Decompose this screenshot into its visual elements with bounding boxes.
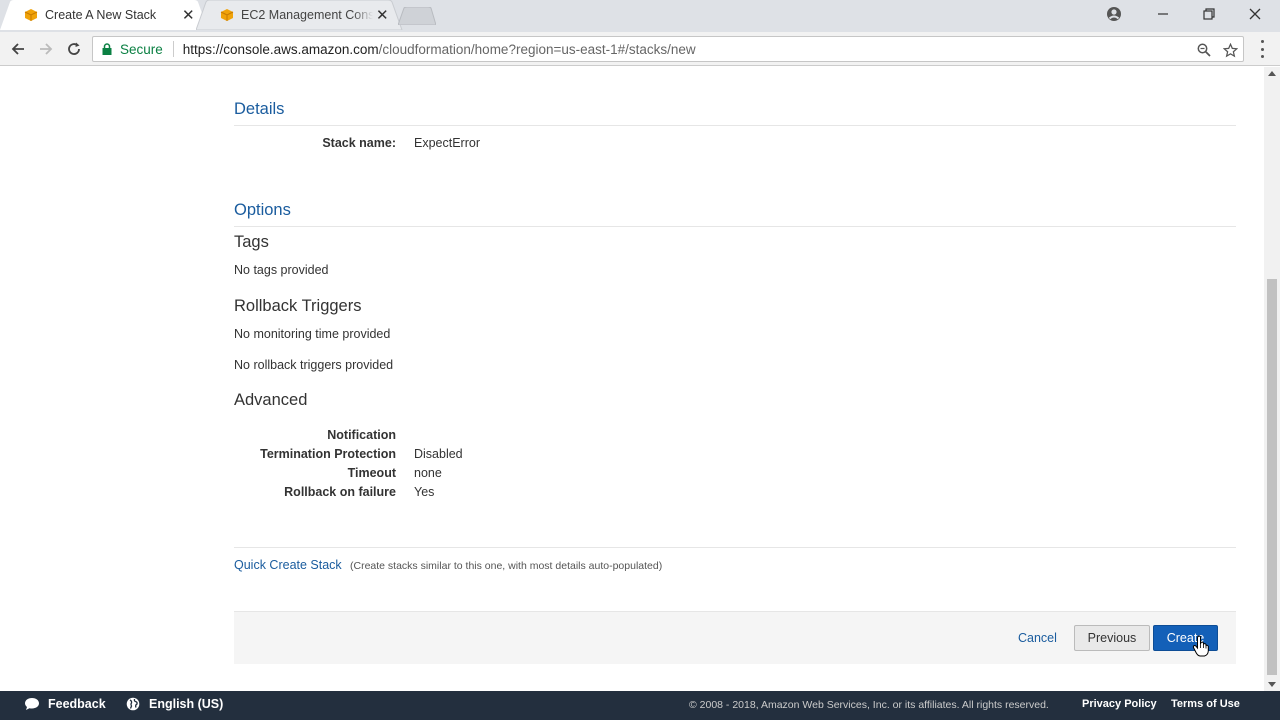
tags-text: No tags provided — [234, 263, 329, 277]
termination-protection-label: Termination Protection — [260, 447, 396, 461]
new-tab-button[interactable] — [398, 7, 436, 25]
hand-pointer-icon — [1192, 635, 1209, 657]
tab-title: EC2 Management Console — [241, 8, 373, 22]
zoom-icon[interactable] — [1195, 41, 1213, 59]
address-bar[interactable]: Secure https://console.aws.amazon.com/cl… — [92, 36, 1244, 62]
url-host: https://console.aws.amazon.com — [182, 41, 379, 57]
lock-icon — [102, 43, 112, 55]
close-icon[interactable]: ✕ — [376, 6, 389, 24]
tab-ec2-console[interactable]: EC2 Management Console ✕ — [196, 0, 406, 30]
aws-cube-icon — [24, 9, 38, 21]
notification-label: Notification — [327, 428, 396, 442]
rollback-on-failure-label: Rollback on failure — [284, 485, 396, 499]
rollback-on-failure-value: Yes — [414, 485, 435, 499]
minimize-icon[interactable] — [1141, 0, 1185, 28]
details-heading: Details — [234, 100, 1236, 126]
aws-cube-icon — [220, 9, 234, 21]
previous-button[interactable]: Previous — [1074, 625, 1150, 651]
scroll-down-arrow[interactable] — [1268, 682, 1276, 687]
timeout-value: none — [414, 466, 442, 480]
tab-title: Create A New Stack — [45, 8, 157, 22]
cancel-button[interactable]: Cancel — [1018, 631, 1057, 645]
profile-icon[interactable] — [1092, 0, 1136, 28]
quick-create-note: (Create stacks similar to this one, with… — [350, 560, 663, 572]
copyright-text: © 2008 - 2018, Amazon Web Services, Inc.… — [689, 699, 1049, 711]
scroll-thumb[interactable] — [1267, 279, 1277, 675]
back-arrow-icon[interactable] — [6, 37, 30, 61]
tab-create-stack[interactable]: Create A New Stack ✕ — [0, 0, 212, 30]
restore-icon[interactable] — [1187, 0, 1231, 28]
page-content: Details Stack name: ExpectError Options … — [0, 67, 1264, 691]
url-path: /cloudformation/home?region=us-east-1#/s… — [378, 41, 696, 57]
tags-heading: Tags — [234, 233, 269, 251]
window-close-icon[interactable] — [1233, 0, 1277, 28]
monitoring-text: No monitoring time provided — [234, 327, 391, 341]
kebab-menu-icon[interactable] — [1254, 40, 1270, 58]
console-footer: Feedback English (US) © 2008 - 2018, Ama… — [0, 691, 1280, 720]
language-label: English (US) — [149, 697, 224, 711]
terms-of-use-link[interactable]: Terms of Use — [1171, 698, 1240, 710]
options-heading: Options — [234, 201, 1236, 227]
advanced-heading: Advanced — [234, 391, 308, 409]
rollback-triggers-text: No rollback triggers provided — [234, 358, 394, 372]
rollback-triggers-heading: Rollback Triggers — [234, 297, 362, 315]
scroll-up-arrow[interactable] — [1268, 71, 1276, 76]
feedback-label: Feedback — [48, 697, 106, 711]
stack-name-value: ExpectError — [414, 136, 480, 150]
browser-tab-bar: Create A New Stack ✕ EC2 Management Cons… — [0, 0, 1280, 32]
privacy-policy-link[interactable]: Privacy Policy — [1082, 698, 1157, 710]
quick-create-stack-link[interactable]: Quick Create Stack — [234, 558, 342, 572]
language-selector[interactable]: English (US) — [126, 697, 223, 711]
timeout-label: Timeout — [347, 466, 396, 480]
secure-label: Secure — [120, 41, 163, 57]
termination-protection-value: Disabled — [414, 447, 463, 461]
divider — [234, 547, 1236, 548]
page-scrollbar[interactable] — [1264, 67, 1280, 691]
browser-toolbar: Secure https://console.aws.amazon.com/cl… — [0, 32, 1280, 66]
star-icon[interactable] — [1221, 41, 1239, 59]
close-icon[interactable]: ✕ — [182, 6, 195, 24]
stack-name-label: Stack name: — [322, 136, 396, 150]
reload-icon[interactable] — [62, 37, 86, 61]
wizard-actions-bar: Cancel Previous Create — [234, 611, 1236, 664]
globe-icon — [126, 697, 140, 711]
omnibox-separator — [172, 41, 174, 57]
forward-arrow-icon[interactable] — [34, 37, 58, 61]
feedback-button[interactable]: Feedback — [24, 697, 106, 711]
speech-bubble-icon — [25, 698, 39, 710]
